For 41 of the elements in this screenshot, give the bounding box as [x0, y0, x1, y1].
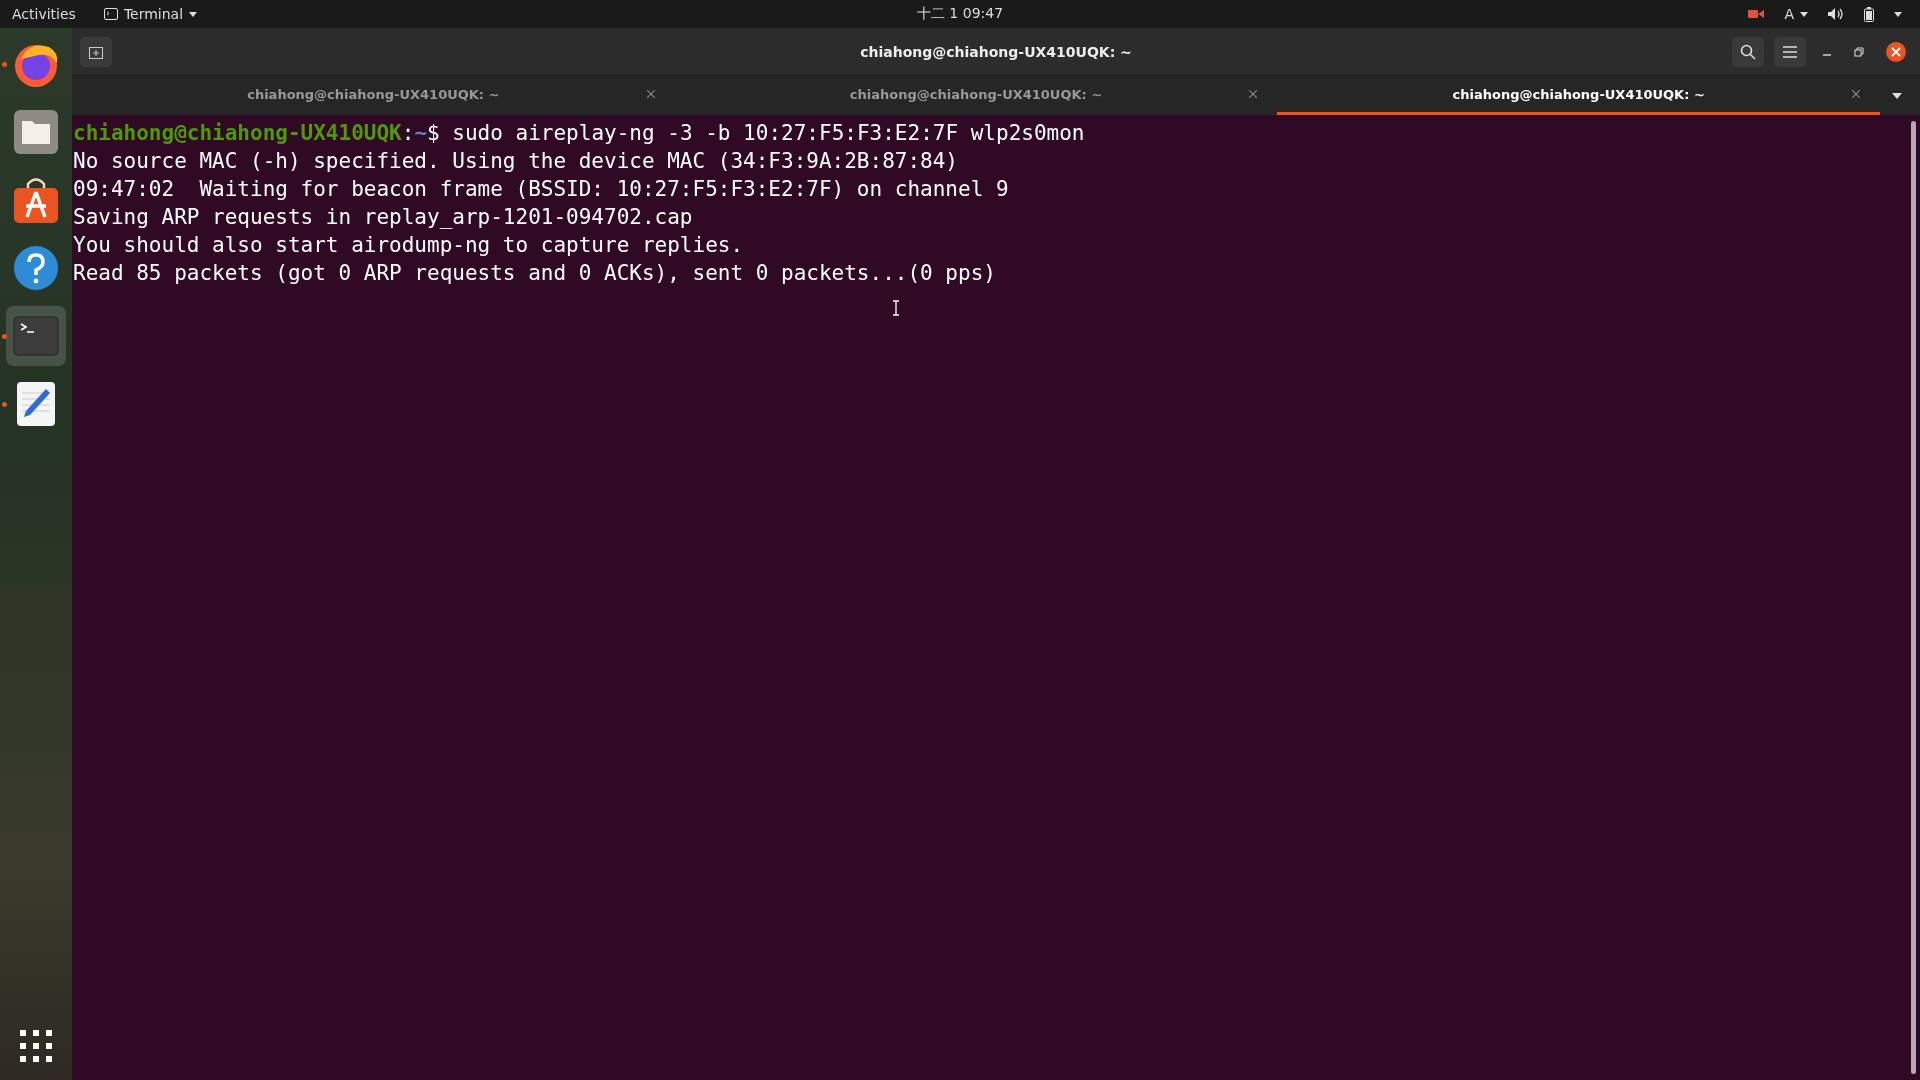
search-icon — [1740, 43, 1756, 60]
folder-icon[interactable] — [13, 109, 59, 155]
caret-icon — [1800, 11, 1808, 17]
clock[interactable]: 十二 1 09:47 — [916, 5, 1004, 23]
tab[interactable]: chiahong@chiahong-UX410UQK: ~ — [674, 76, 1278, 115]
running-indicator — [2, 62, 7, 67]
running-indicator — [2, 334, 7, 339]
caret-icon[interactable] — [1894, 11, 1902, 17]
prompt-line: chiahong@chiahong-UX410UQK:~$ sudo aireplay-ng -3 -b 10:27:F5:F3:E2:7F wlp2s0mon — [73, 120, 1085, 147]
close-icon[interactable] — [1886, 41, 1906, 62]
output-line: 09:47:02 Waiting for beacon frame (BSSID: 10:27:F5:F3:E2:7F) on channel 9 — [73, 176, 1009, 203]
output-line: Read 85 packets (got 0 ARP requests and 0 ACKs), sent 0 packets...(0 pps) — [73, 260, 996, 287]
text-cursor-icon — [892, 300, 900, 316]
battery-icon[interactable] — [1864, 6, 1874, 22]
caret-icon[interactable] — [1892, 92, 1902, 99]
search-button[interactable] — [1732, 36, 1764, 67]
restore-icon[interactable] — [1854, 46, 1864, 57]
video-camera-icon[interactable] — [1748, 8, 1765, 20]
output-line: Saving ARP requests in replay_arp-1201-094702.cap — [73, 204, 693, 231]
new-tab-button[interactable] — [80, 36, 112, 67]
caret-icon — [189, 11, 198, 17]
menu-icon — [1783, 45, 1797, 58]
menu-button[interactable] — [1774, 36, 1806, 67]
keyboard-layout-indicator[interactable]: A — [1784, 6, 1808, 22]
activities-button[interactable]: Activities — [12, 6, 76, 22]
terminal-icon[interactable] — [13, 316, 59, 356]
tab[interactable]: chiahong@chiahong-UX410UQK: ~ — [1277, 76, 1880, 115]
app-grid-icon[interactable] — [20, 1030, 52, 1062]
terminal-icon — [103, 8, 118, 20]
tab[interactable]: chiahong@chiahong-UX410UQK: ~ — [72, 76, 675, 115]
window-title: chiahong@chiahong-UX410UQK: ~ — [860, 43, 1132, 60]
new-tab-icon — [89, 44, 103, 59]
help-icon[interactable] — [13, 245, 59, 291]
scrollbar[interactable] — [1911, 121, 1916, 1074]
volume-icon[interactable] — [1828, 7, 1844, 21]
output-line: No source MAC (-h) specified. Using the device MAC (34:F3:9A:2B:87:84) — [73, 148, 958, 175]
running-indicator — [2, 402, 7, 407]
app-menu[interactable]: Terminal — [103, 6, 198, 22]
shopping-bag-icon[interactable] — [13, 176, 59, 224]
output-line: You should also start airodump-ng to capture replies. — [73, 232, 744, 259]
text-editor-icon[interactable] — [16, 381, 56, 427]
